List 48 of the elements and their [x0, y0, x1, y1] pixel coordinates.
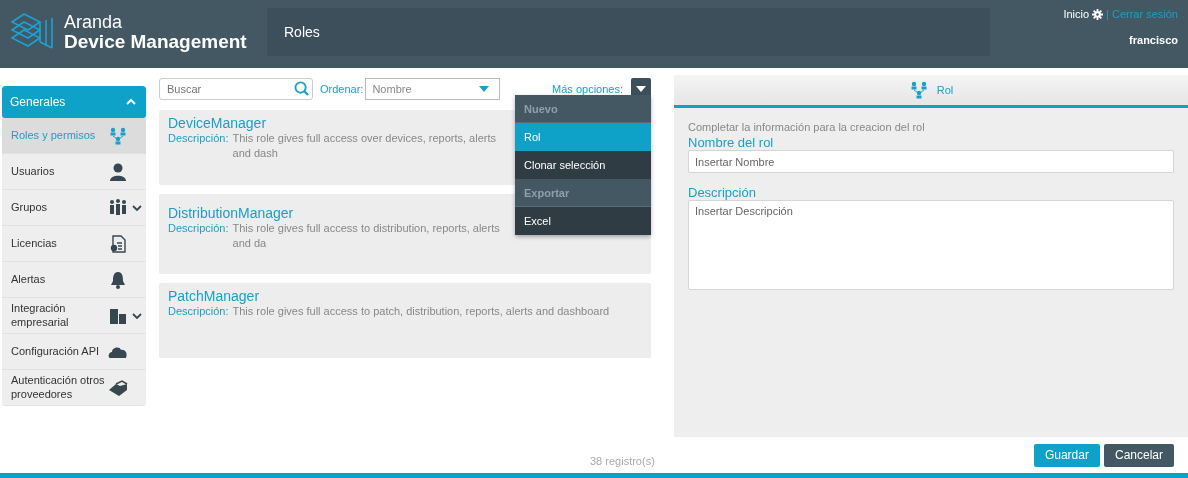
- menu-item[interactable]: Clonar selección: [515, 151, 651, 179]
- user-name: francisco: [1129, 34, 1178, 46]
- menu-section-header: Exportar: [515, 179, 651, 207]
- search-field[interactable]: Buscar: [159, 78, 313, 100]
- bell-icon: [108, 269, 128, 290]
- form-intro: Completar la información para la creacion del rol: [688, 121, 926, 133]
- role-description: This role gives full access to patch, distribution, reports, alerts and dashboard: [232, 304, 611, 319]
- sidebar-item[interactable]: Grupos: [2, 190, 146, 226]
- role-name-field[interactable]: Insertar Nombre: [688, 150, 1174, 173]
- more-options-label: Más opciones:: [552, 83, 623, 95]
- sort-label: Ordenar:: [320, 83, 364, 95]
- menu-section-header: Nuevo: [515, 95, 651, 123]
- caret-icon: [479, 86, 490, 92]
- description-label: Descripción:: [168, 221, 229, 236]
- product-name: Device Management: [64, 32, 247, 51]
- people-network-icon: [108, 125, 128, 146]
- search-icon[interactable]: [294, 81, 309, 96]
- link-separator: |: [1106, 8, 1109, 20]
- field-label: Nombre del rol: [688, 135, 775, 150]
- role-description: This role gives full access to distribution, reports, alerts and da: [232, 221, 501, 251]
- sidebar-item[interactable]: Configuración API: [2, 334, 146, 370]
- chevron-down-icon[interactable]: [132, 204, 142, 211]
- page-title: Roles: [284, 24, 320, 40]
- logo-icon: [10, 12, 54, 52]
- sidebar-item[interactable]: Usuarios: [2, 154, 146, 190]
- field-label: Descripción: [688, 185, 757, 200]
- role-description: This role gives full access over devices, reports, alerts and dash: [232, 131, 498, 161]
- sidebar-item[interactable]: Integración empresarial: [2, 298, 146, 334]
- home-link[interactable]: Inicio: [1063, 8, 1090, 20]
- user-icon: [108, 161, 128, 182]
- description-label: Descripción:: [168, 304, 229, 319]
- sort-dropdown[interactable]: Nombre: [365, 78, 501, 100]
- sidebar-item[interactable]: Alertas: [2, 262, 146, 298]
- settings-icon[interactable]: [1092, 8, 1104, 20]
- sidebar-item[interactable]: Autenticación otros proveedores: [2, 370, 146, 406]
- cancel-button[interactable]: Cancelar: [1103, 443, 1174, 467]
- sidebar-item[interactable]: Licencias: [2, 226, 146, 262]
- group-icon: [108, 197, 128, 218]
- brand-name: Aranda: [64, 13, 124, 31]
- chevron-icon: [126, 99, 136, 105]
- role-name: DeviceManager: [168, 115, 268, 131]
- menu-item[interactable]: Excel: [515, 207, 651, 235]
- description-label: Descripción:: [168, 131, 229, 146]
- record-count: 38 registro(s): [590, 455, 655, 467]
- description-field[interactable]: Insertar Descripción: [688, 200, 1174, 290]
- caret-icon: [636, 86, 646, 92]
- role-name: PatchManager: [168, 288, 261, 304]
- chevron-down-icon[interactable]: [132, 312, 142, 319]
